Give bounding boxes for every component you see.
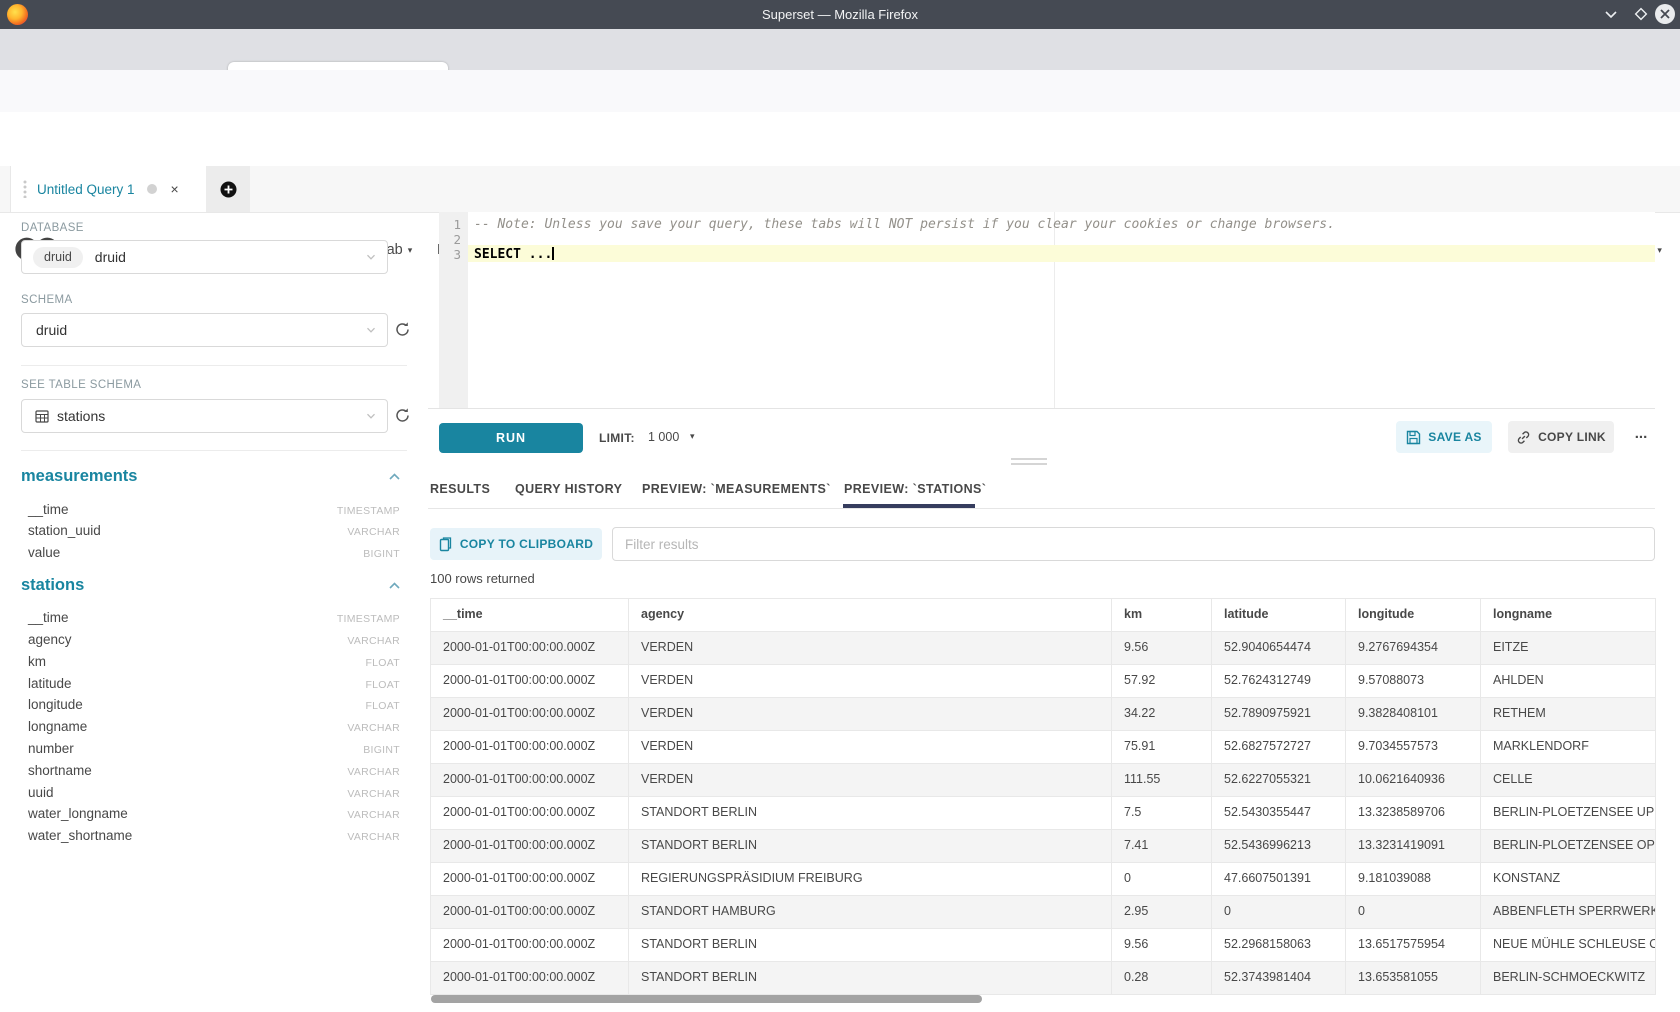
schema-field-row: station_uuidVARCHAR	[28, 523, 400, 538]
tab-preview-stations[interactable]: PREVIEW: `STATIONS`	[844, 482, 986, 496]
database-pill: druid	[33, 247, 83, 268]
active-line-highlight	[468, 245, 1655, 262]
query-tab-label: Untitled Query 1	[37, 182, 135, 197]
limit-label: LIMIT:	[599, 431, 635, 445]
divider	[21, 365, 407, 366]
column-header[interactable]: agency	[629, 599, 1112, 631]
add-query-tab-button[interactable]	[206, 166, 250, 212]
minimize-icon[interactable]	[1603, 6, 1619, 22]
schema-field-row: __timeTIMESTAMP	[28, 502, 400, 517]
chevron-down-icon	[365, 410, 377, 422]
drag-handle-icon[interactable]	[23, 180, 27, 198]
tab-results[interactable]: RESULTS	[430, 482, 490, 496]
copy-to-clipboard-button[interactable]: COPY TO CLIPBOARD	[430, 528, 602, 560]
results-table: __time agency km latitude longitude long…	[430, 598, 1656, 995]
schema-field-row: latitudeFLOAT	[28, 676, 400, 691]
chevron-down-icon: ▾	[408, 245, 413, 255]
schema-field-row: water_shortnameVARCHAR	[28, 828, 400, 843]
pane-resize-handle[interactable]	[1011, 458, 1047, 468]
schema-field-row: longitudeFLOAT	[28, 697, 400, 712]
sql-editor[interactable]: 1 2 3 -- Note: Unless you save your quer…	[439, 212, 1655, 408]
schema-field-row: longnameVARCHAR	[28, 719, 400, 734]
save-icon	[1406, 430, 1421, 445]
maximize-icon[interactable]	[1633, 6, 1649, 22]
table-header-row: __time agency km latitude longitude long…	[431, 599, 1656, 632]
rows-returned-text: 100 rows returned	[430, 571, 535, 586]
table-row: 2000-01-01T00:00:00.000ZVERDEN57.9252.76…	[431, 665, 1656, 698]
query-tab-active[interactable]: Untitled Query 1 ×	[10, 166, 208, 212]
schema-section-measurements[interactable]: measurements	[21, 467, 137, 486]
column-header[interactable]: longitude	[1346, 599, 1481, 631]
table-row: 2000-01-01T00:00:00.000ZSTANDORT BERLIN0…	[431, 962, 1656, 995]
text-cursor	[552, 247, 554, 260]
limit-value[interactable]: 1 000	[648, 430, 679, 444]
table-row: 2000-01-01T00:00:00.000ZVERDEN9.5652.904…	[431, 632, 1656, 665]
table-row: 2000-01-01T00:00:00.000ZSTANDORT BERLIN7…	[431, 797, 1656, 830]
table-icon	[35, 410, 49, 423]
schema-field-row: agencyVARCHAR	[28, 632, 400, 647]
tab-preview-measurements[interactable]: PREVIEW: `MEASUREMENTS`	[642, 482, 831, 496]
browser-urlbar: 172.18.0.4:32251/superset/sqllab/ ☆ UO	[0, 70, 1680, 113]
refresh-schema-icon[interactable]	[394, 321, 411, 338]
schema-field-row: shortnameVARCHAR	[28, 763, 400, 778]
query-tabstrip	[0, 166, 1680, 213]
superset-navbar: Superset Dashboards Charts SQL Lab▾ Data…	[0, 112, 1680, 167]
link-icon	[1516, 430, 1531, 445]
table-row: 2000-01-01T00:00:00.000ZVERDEN111.5552.6…	[431, 764, 1656, 797]
database-select[interactable]: druid druid	[21, 240, 388, 274]
horizontal-scrollbar[interactable]	[431, 995, 982, 1003]
divider	[428, 508, 1655, 509]
chevron-down-icon: ▾	[1657, 245, 1662, 255]
table-row: 2000-01-01T00:00:00.000ZVERDEN34.2252.78…	[431, 698, 1656, 731]
divider	[21, 450, 407, 451]
editor-code-line: SELECT ...	[474, 247, 554, 262]
filter-results-input[interactable]	[612, 527, 1655, 561]
divider	[428, 408, 1655, 409]
schema-field-row: __timeTIMESTAMP	[28, 610, 400, 625]
chevron-up-icon[interactable]	[388, 581, 401, 591]
chevron-down-icon[interactable]: ▾	[690, 431, 695, 442]
column-header[interactable]: latitude	[1212, 599, 1346, 631]
table-schema-label: SEE TABLE SCHEMA	[21, 379, 141, 391]
window-title: Superset — Mozilla Firefox	[0, 0, 1680, 29]
table-row: 2000-01-01T00:00:00.000ZSTANDORT BERLIN7…	[431, 830, 1656, 863]
schema-select[interactable]: druid	[21, 313, 388, 347]
more-actions-button[interactable]: ...	[1628, 421, 1654, 453]
chevron-down-icon	[365, 324, 377, 336]
column-header[interactable]: longname	[1481, 599, 1656, 631]
copy-link-button[interactable]: COPY LINK	[1508, 421, 1614, 453]
schema-field-row: kmFLOAT	[28, 654, 400, 669]
schema-label: SCHEMA	[21, 294, 73, 306]
schema-field-row: water_longnameVARCHAR	[28, 806, 400, 821]
column-header[interactable]: km	[1112, 599, 1212, 631]
window-titlebar: Superset — Mozilla Firefox	[0, 0, 1680, 29]
close-icon[interactable]	[1654, 3, 1676, 25]
schema-field-row: numberBIGINT	[28, 741, 400, 756]
schema-section-stations[interactable]: stations	[21, 576, 84, 595]
column-header[interactable]: __time	[431, 599, 629, 631]
schema-field-row: uuidVARCHAR	[28, 785, 400, 800]
database-label: DATABASE	[21, 222, 84, 234]
app-root: Superset — Mozilla Firefox Apache Druid …	[0, 0, 1680, 1012]
table-row: 2000-01-01T00:00:00.000ZSTANDORT HAMBURG…	[431, 896, 1656, 929]
chevron-down-icon	[365, 251, 377, 263]
save-as-button[interactable]: SAVE AS	[1396, 421, 1492, 453]
browser-tabstrip: Apache Druid × Superset × +	[0, 29, 1680, 70]
clipboard-icon	[439, 537, 452, 552]
refresh-table-icon[interactable]	[394, 407, 411, 424]
editor-gutter: 1 2 3	[439, 212, 468, 408]
query-tab-close-icon[interactable]: ×	[171, 181, 179, 197]
chevron-up-icon[interactable]	[388, 472, 401, 482]
table-row: 2000-01-01T00:00:00.000ZSTANDORT BERLIN9…	[431, 929, 1656, 962]
run-button[interactable]: RUN	[439, 423, 583, 453]
table-row: 2000-01-01T00:00:00.000ZREGIERUNGSPRÄSID…	[431, 863, 1656, 896]
schema-field-row: valueBIGINT	[28, 545, 400, 560]
query-status-dot	[147, 184, 157, 194]
table-select[interactable]: stations	[21, 399, 388, 433]
table-row: 2000-01-01T00:00:00.000ZVERDEN75.9152.68…	[431, 731, 1656, 764]
tab-query-history[interactable]: QUERY HISTORY	[515, 482, 622, 496]
editor-comment-line: -- Note: Unless you save your query, the…	[474, 217, 1335, 232]
print-margin	[1054, 212, 1055, 408]
